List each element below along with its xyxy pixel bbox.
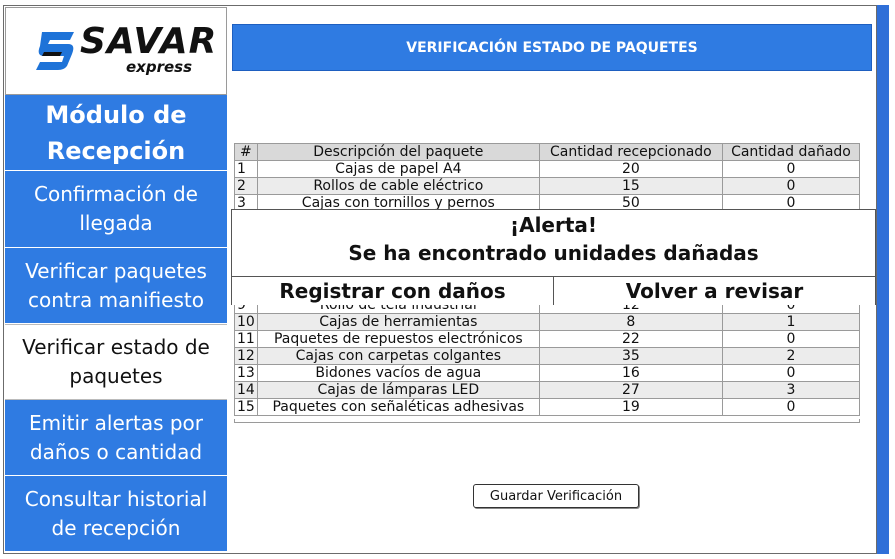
cell-damaged: 0 (721, 160, 861, 178)
col-header-description: Descripción del paquete (256, 143, 540, 161)
page-title: VERIFICACIÓN ESTADO DE PAQUETES (232, 24, 872, 71)
sidebar-item-emitir-alertas[interactable]: Emitir alertas por daños o cantidad (5, 400, 227, 476)
cell-received: 19 (538, 398, 723, 416)
sidebar-item-label: contra manifiesto (28, 287, 204, 312)
table-header-row: # Descripción del paquete Cantidad recep… (234, 143, 861, 161)
table-row: 11 Paquetes de repuestos electrónicos 22 0 (234, 330, 861, 348)
cell-description: Bidones vacíos de agua (256, 364, 540, 382)
col-header-damaged: Cantidad dañado (721, 143, 861, 161)
table-row: 13 Bidones vacíos de agua 16 0 (234, 364, 861, 382)
cell-damaged: 0 (721, 364, 861, 382)
sidebar-module-title: Módulo de Recepción (5, 95, 227, 171)
cell-number: 2 (234, 177, 258, 195)
cell-description: Cajas de lámparas LED (256, 381, 540, 399)
sidebar-item-label: Emitir alertas por (28, 410, 204, 435)
cell-received: 16 (538, 364, 723, 382)
logo: SAVAR express (5, 7, 227, 95)
table-row: 10 Cajas de herramientas 8 1 (234, 313, 861, 331)
sidebar-item-consultar-historial[interactable]: Consultar historial de recepción (5, 476, 227, 552)
right-accent-bar (877, 5, 889, 554)
logo-brand: SAVAR (80, 21, 218, 62)
save-verification-button[interactable]: Guardar Verificación (473, 484, 639, 508)
table-row: 15 Paquetes con señaléticas adhesivas 19 0 (234, 398, 861, 416)
sidebar-item-label: paquetes (69, 364, 163, 388)
cell-damaged: 0 (721, 398, 861, 416)
cell-damaged: 0 (721, 177, 861, 195)
cell-number: 10 (234, 313, 258, 331)
cell-received: 15 (538, 177, 723, 195)
cell-number: 15 (234, 398, 258, 416)
sidebar-item-label: llegada (79, 211, 153, 235)
cell-damaged: 1 (721, 313, 861, 331)
alert-title: ¡Alerta! (509, 213, 598, 237)
sidebar-item-label: Consultar historial (24, 486, 208, 511)
cell-number: 1 (234, 160, 258, 178)
sidebar-title-line2: Recepción (46, 136, 186, 165)
col-header-received: Cantidad recepcionado (538, 143, 723, 161)
cell-damaged: 2 (721, 347, 861, 365)
register-with-damage-button[interactable]: Registrar con daños (232, 276, 554, 305)
table-row: 12 Cajas con carpetas colgantes 35 2 (234, 347, 861, 365)
cell-received: 22 (538, 330, 723, 348)
sidebar-title-line1: Módulo de (45, 100, 187, 129)
cell-number: 13 (234, 364, 258, 382)
cell-number: 11 (234, 330, 258, 348)
savar-s-logo-icon (36, 32, 74, 70)
cell-number: 14 (234, 381, 258, 399)
cell-received: 35 (538, 347, 723, 365)
cell-description: Cajas de herramientas (256, 313, 540, 331)
cell-damaged: 0 (721, 330, 861, 348)
recheck-button[interactable]: Volver a revisar (554, 276, 875, 305)
cell-received: 8 (538, 313, 723, 331)
sidebar-item-verificar-manifiesto[interactable]: Verificar paquetes contra manifiesto (5, 248, 227, 324)
sidebar-item-label: daños o cantidad (29, 439, 203, 464)
cell-description: Paquetes de repuestos electrónicos (256, 330, 540, 348)
cell-description: Paquetes con señaléticas adhesivas (256, 398, 540, 416)
alert-message: Se ha encontrado unidades dañadas (348, 241, 759, 265)
cell-received: 27 (538, 381, 723, 399)
cell-received: 20 (538, 160, 723, 178)
sidebar-item-label: de recepción (51, 515, 181, 540)
col-header-number: # (234, 143, 258, 161)
sidebar-item-label: Verificar estado de (22, 335, 210, 359)
cell-description: Rollos de cable eléctrico (256, 177, 540, 195)
damage-alert-dialog: ¡Alerta! Se ha encontrado unidades dañad… (231, 209, 876, 305)
sidebar-item-label: Verificar paquetes (25, 258, 207, 283)
cell-description: Cajas de papel A4 (256, 160, 540, 178)
cell-description: Cajas con carpetas colgantes (256, 347, 540, 365)
logo-subtitle: express (126, 58, 193, 76)
table-row: 14 Cajas de lámparas LED 27 3 (234, 381, 861, 399)
table-row: 1 Cajas de papel A4 20 0 (234, 160, 861, 178)
cell-number: 12 (234, 347, 258, 365)
table-bottom-edge (234, 419, 860, 423)
sidebar-item-label: Confirmación de (34, 182, 198, 206)
table-row: 2 Rollos de cable eléctrico 15 0 (234, 177, 861, 195)
cell-damaged: 3 (721, 381, 861, 399)
sidebar-item-verificar-estado[interactable]: Verificar estado de paquetes (5, 324, 227, 400)
sidebar-item-confirmacion-llegada[interactable]: Confirmación de llegada (5, 171, 227, 248)
